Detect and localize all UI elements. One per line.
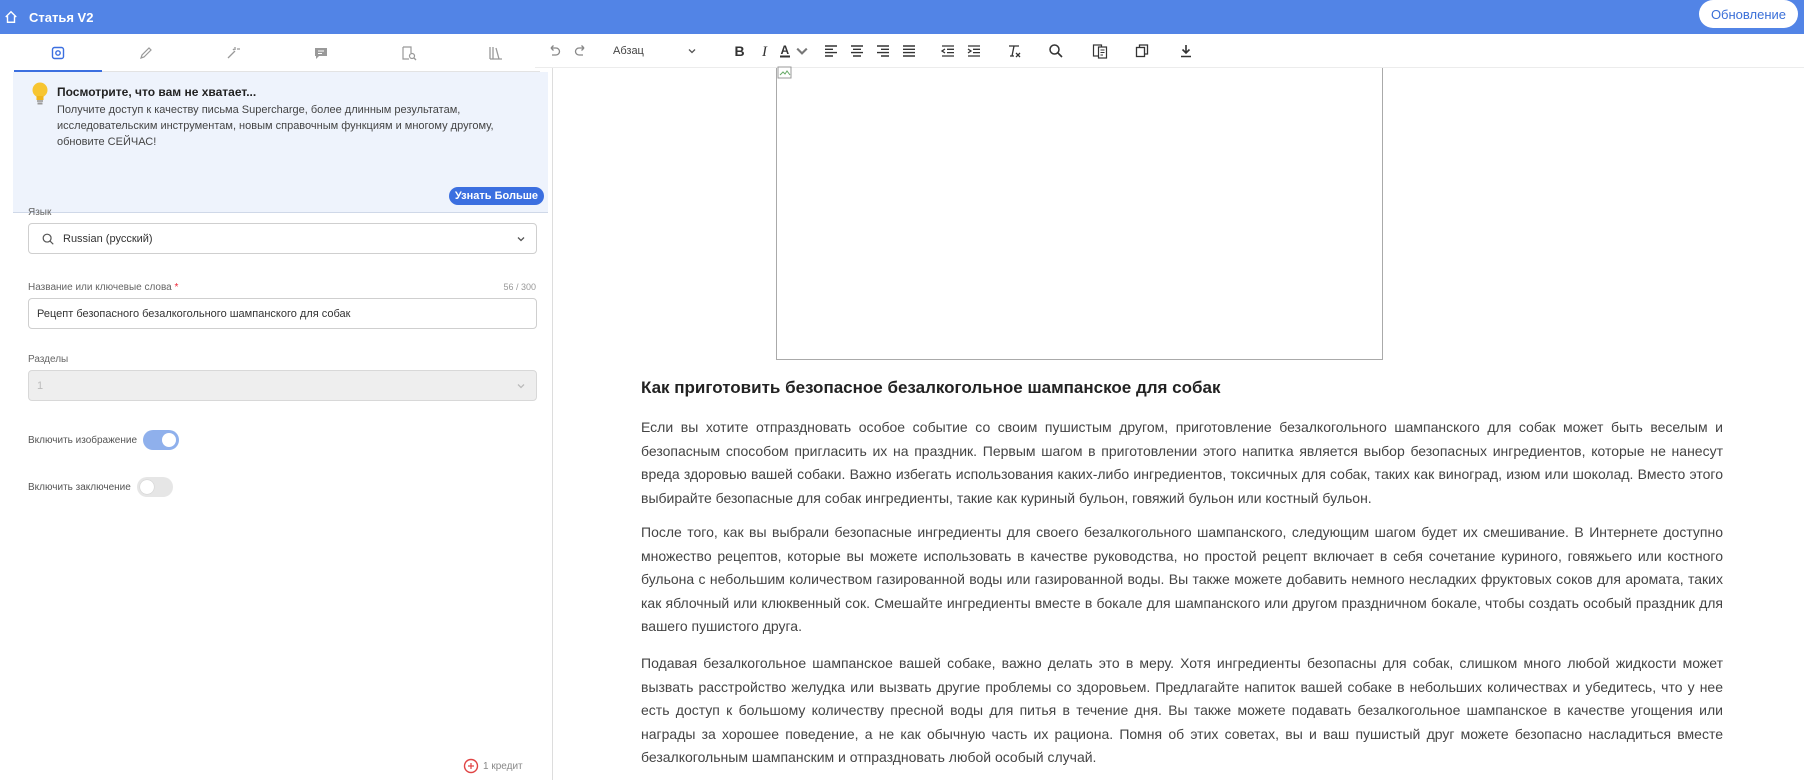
align-left-button[interactable] bbox=[818, 39, 844, 63]
promo-text: Получите доступ к качеству письма Superc… bbox=[57, 104, 494, 148]
pencil-icon bbox=[139, 46, 152, 59]
include-image-label: Включить изображение bbox=[28, 434, 138, 446]
include-conclusion-toggle[interactable] bbox=[136, 477, 173, 497]
undo-button[interactable] bbox=[542, 39, 566, 63]
italic-button[interactable]: I bbox=[752, 39, 778, 63]
settings-icon bbox=[51, 46, 65, 59]
include-conclusion-label: Включить заключение bbox=[28, 481, 131, 493]
article-paragraph: Если вы хотите отпраздновать особое собы… bbox=[641, 419, 1723, 506]
tab-comments[interactable] bbox=[277, 34, 365, 71]
learn-more-button[interactable]: Узнать Больше bbox=[448, 187, 544, 205]
bold-icon: B bbox=[735, 43, 745, 59]
title-input[interactable]: Рецепт безопасного безалкогольного шампа… bbox=[28, 298, 537, 329]
character-counter: 56 / 300 bbox=[503, 282, 536, 292]
title-label-text: Название или ключевые слова bbox=[28, 282, 172, 293]
download-button[interactable] bbox=[1173, 39, 1199, 63]
paragraph-format-select[interactable]: Абзац bbox=[609, 40, 701, 62]
language-select[interactable]: Russian (русский) bbox=[28, 223, 537, 254]
language-value: Russian (русский) bbox=[63, 232, 153, 245]
clear-format-icon bbox=[1009, 44, 1021, 57]
chevron-down-icon bbox=[796, 47, 808, 55]
required-mark: * bbox=[174, 282, 179, 293]
align-right-icon bbox=[877, 44, 889, 57]
undo-icon bbox=[550, 44, 561, 56]
title-label: Название или ключевые слова * bbox=[28, 282, 178, 293]
include-conclusion-row: Включить заключение bbox=[28, 477, 173, 497]
align-justify-icon bbox=[903, 44, 915, 57]
align-right-button[interactable] bbox=[870, 39, 896, 63]
document-compare-icon bbox=[1092, 43, 1108, 59]
credit-cost: 1 кредит bbox=[463, 758, 523, 774]
tab-research[interactable] bbox=[365, 34, 453, 71]
include-image-row: Включить изображение bbox=[28, 430, 180, 450]
article-heading: Как приготовить безопасное безалкогольно… bbox=[641, 378, 1221, 397]
text-color-button[interactable]: A bbox=[778, 39, 810, 63]
bold-button[interactable]: B bbox=[726, 39, 752, 63]
coin-icon bbox=[463, 758, 479, 774]
copy-button[interactable] bbox=[1129, 39, 1155, 63]
svg-text:A: A bbox=[781, 43, 790, 57]
chevron-down-icon bbox=[688, 48, 696, 53]
article-paragraph: После того, как вы выбрали безопасные ин… bbox=[641, 524, 1723, 634]
language-label: Язык bbox=[28, 207, 52, 218]
tab-library[interactable] bbox=[452, 34, 540, 71]
plagiarism-check-button[interactable] bbox=[1087, 39, 1113, 63]
tab-settings[interactable] bbox=[14, 34, 102, 72]
broken-image-icon bbox=[777, 66, 792, 79]
copy-icon bbox=[1135, 43, 1149, 57]
svg-text:I: I bbox=[761, 44, 768, 59]
sections-select: 1 bbox=[28, 370, 537, 401]
indent-icon bbox=[967, 44, 980, 57]
sections-value: 1 bbox=[37, 379, 44, 392]
align-center-icon bbox=[851, 44, 863, 57]
align-justify-button[interactable] bbox=[896, 39, 922, 63]
redo-button[interactable] bbox=[569, 39, 593, 63]
credit-text: 1 кредит bbox=[483, 760, 523, 772]
document-title: Статья V2 bbox=[29, 9, 94, 25]
text-color-icon: A bbox=[780, 43, 790, 57]
magic-wand-icon bbox=[227, 46, 241, 58]
upgrade-promo: Посмотрите, что вам не хватает... Получи… bbox=[13, 72, 548, 213]
document-search-icon bbox=[401, 45, 416, 60]
redo-icon bbox=[574, 44, 585, 56]
panel-tabs bbox=[14, 34, 540, 72]
library-icon bbox=[489, 46, 503, 60]
outdent-icon bbox=[940, 44, 954, 57]
search-icon bbox=[1049, 43, 1063, 58]
home-icon[interactable] bbox=[1, 7, 21, 27]
align-center-button[interactable] bbox=[844, 39, 870, 63]
find-button[interactable] bbox=[1043, 39, 1069, 63]
tab-ai[interactable] bbox=[189, 34, 277, 71]
chevron-down-icon bbox=[517, 384, 525, 389]
sections-label: Разделы bbox=[28, 354, 69, 365]
lightbulb-icon bbox=[32, 82, 48, 105]
svg-text:B: B bbox=[735, 43, 745, 59]
update-button[interactable]: Обновление bbox=[1698, 0, 1798, 28]
clear-format-button[interactable] bbox=[1001, 39, 1027, 63]
download-icon bbox=[1181, 44, 1191, 57]
article-image[interactable] bbox=[776, 66, 1383, 360]
align-left-icon bbox=[825, 44, 837, 57]
article-editor[interactable]: Как приготовить безопасное безалкогольно… bbox=[553, 66, 1804, 780]
paragraph-format-value: Абзац bbox=[613, 44, 644, 57]
search-icon bbox=[42, 233, 54, 245]
italic-icon: I bbox=[761, 44, 768, 59]
settings-panel: Посмотрите, что вам не хватает... Получи… bbox=[0, 34, 553, 780]
indent-button[interactable] bbox=[961, 39, 987, 63]
chevron-down-icon bbox=[517, 237, 525, 242]
editor-toolbar: Абзац B I A bbox=[535, 34, 1804, 68]
tab-write[interactable] bbox=[102, 34, 190, 71]
promo-title: Посмотрите, что вам не хватает... bbox=[57, 85, 257, 99]
comment-icon bbox=[314, 47, 327, 59]
outdent-button[interactable] bbox=[935, 39, 961, 63]
top-bar: Статья V2 Обновление bbox=[0, 0, 1804, 34]
include-image-toggle[interactable] bbox=[143, 430, 180, 450]
article-paragraph: Подавая безалкогольное шампанское вашей … bbox=[641, 655, 1723, 765]
